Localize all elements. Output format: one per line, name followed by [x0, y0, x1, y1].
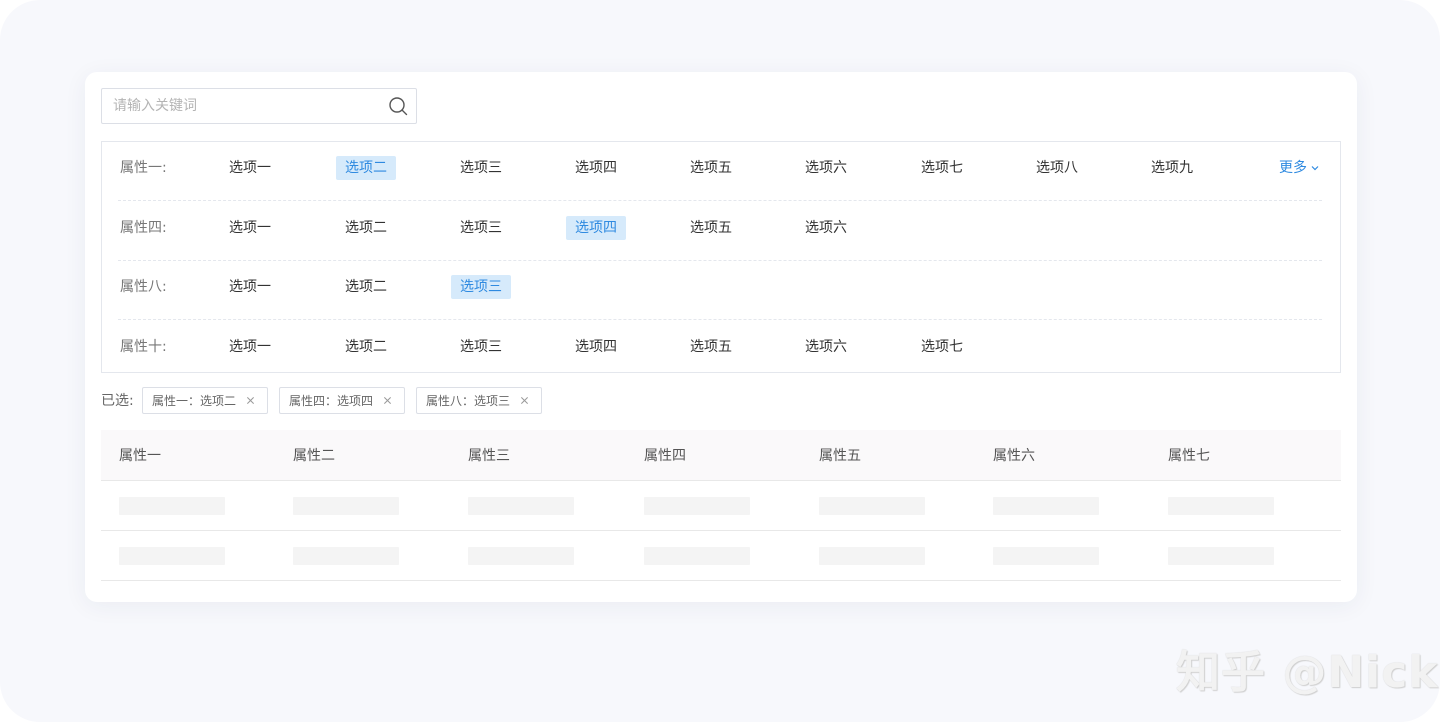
filter-option[interactable]: 选项二	[336, 156, 396, 180]
filter-option[interactable]: 选项五	[681, 335, 741, 359]
skeleton-cell	[644, 497, 750, 515]
results-table: 属性一 属性二 属性三 属性四 属性五 属性六 属性七	[101, 430, 1341, 581]
skeleton-cell	[293, 497, 399, 515]
more-button[interactable]: 更多	[1279, 159, 1320, 177]
search-box[interactable]	[101, 88, 417, 124]
filter-option[interactable]: 选项五	[681, 156, 741, 180]
filter-option[interactable]: 选项二	[336, 216, 396, 240]
column-header[interactable]: 属性四	[644, 447, 686, 465]
filter-option[interactable]: 选项六	[796, 156, 856, 180]
skeleton-cell	[993, 497, 1099, 515]
skeleton-cell	[1168, 547, 1274, 565]
selected-tag-label: 属性八：选项三	[426, 394, 511, 408]
skeleton-cell	[993, 547, 1099, 565]
selected-tag: 属性八：选项三	[416, 387, 542, 414]
more-label: 更多	[1279, 160, 1307, 176]
table-row[interactable]	[101, 481, 1341, 531]
column-header[interactable]: 属性三	[468, 447, 510, 465]
close-icon[interactable]	[383, 396, 392, 405]
filter-option[interactable]: 选项五	[681, 216, 741, 240]
filter-option[interactable]: 选项二	[336, 275, 396, 299]
column-header[interactable]: 属性六	[993, 447, 1035, 465]
filter-option[interactable]: 选项三	[451, 216, 511, 240]
filter-option[interactable]: 选项九	[1142, 156, 1202, 180]
filter-option[interactable]: 选项七	[912, 156, 972, 180]
skeleton-cell	[119, 547, 225, 565]
skeleton-cell	[819, 547, 925, 565]
watermark: 知乎 @Nick	[1176, 647, 1439, 698]
filter-row: 属性十: 选项一 选项二 选项三 选项四 选项五 选项六 选项七	[118, 321, 1322, 380]
table-header: 属性一 属性二 属性三 属性四 属性五 属性六 属性七	[101, 430, 1341, 481]
filter-option[interactable]: 选项六	[796, 335, 856, 359]
filter-option[interactable]: 选项一	[220, 275, 280, 299]
filter-option[interactable]: 选项三	[451, 156, 511, 180]
filter-option[interactable]: 选项四	[566, 215, 626, 240]
close-icon[interactable]	[520, 396, 529, 405]
column-header[interactable]: 属性七	[1168, 447, 1210, 465]
filter-card: 属性一:选项一选项二选项三选项四选项五选项六选项七选项八选项九更多属性四:选项一…	[85, 72, 1357, 602]
selected-tag-label: 属性四：选项四	[289, 394, 374, 408]
filter-option[interactable]: 选项一	[220, 216, 280, 240]
filter-option[interactable]: 选项六	[796, 216, 856, 240]
filter-row: 属性八: 选项一 选项二 选项三	[118, 261, 1322, 320]
chevron-down-icon	[1311, 166, 1319, 171]
filter-attr-label: 属性四:	[120, 219, 167, 236]
column-header[interactable]: 属性五	[819, 447, 861, 465]
filter-option[interactable]: 选项二	[336, 335, 396, 359]
filter-option[interactable]: 选项一	[220, 156, 280, 180]
search-input[interactable]	[102, 89, 382, 123]
filter-option[interactable]: 选项一	[220, 335, 280, 359]
skeleton-cell	[293, 547, 399, 565]
close-icon[interactable]	[246, 396, 255, 405]
filter-row: 属性四: 选项一 选项二 选项三 选项四 选项五 选项六	[118, 202, 1322, 261]
selected-tag: 属性四：选项四	[279, 387, 405, 414]
column-header[interactable]: 属性一	[119, 447, 161, 465]
skeleton-cell	[468, 497, 574, 515]
selected-filters: 已选: 属性一：选项二 属性四：选项四 属性八：选项三	[101, 387, 901, 415]
filter-option[interactable]: 选项四	[566, 335, 626, 359]
selected-tag-label: 属性一：选项二	[152, 394, 237, 408]
selected-label: 已选:	[101, 393, 134, 409]
filter-attr-label: 属性十:	[120, 338, 167, 355]
filter-option[interactable]: 选项三	[451, 335, 511, 359]
filter-option[interactable]: 选项八	[1027, 156, 1087, 180]
table-row[interactable]	[101, 531, 1341, 581]
skeleton-cell	[468, 547, 574, 565]
selected-tag: 属性一：选项二	[142, 387, 268, 414]
column-header[interactable]: 属性二	[293, 447, 335, 465]
filter-panel: 属性一: 选项一 选项二 选项三 选项四 选项五 选项六 选项七 选项八 选项九 更多 属性四: 选项一…	[101, 141, 1341, 373]
skeleton-cell	[119, 497, 225, 515]
search-icon[interactable]	[388, 96, 408, 116]
filter-attr-label: 属性一:	[120, 160, 167, 176]
skeleton-cell	[1168, 497, 1274, 515]
filter-attr-label: 属性八:	[120, 279, 167, 295]
filter-row: 属性一: 选项一 选项二 选项三 选项四 选项五 选项六 选项七 选项八 选项九 更多	[118, 142, 1322, 201]
skeleton-cell	[819, 497, 925, 515]
skeleton-cell	[644, 547, 750, 565]
filter-option[interactable]: 选项三	[451, 275, 511, 299]
filter-option[interactable]: 选项七	[912, 335, 972, 359]
filter-option[interactable]: 选项四	[566, 156, 626, 180]
